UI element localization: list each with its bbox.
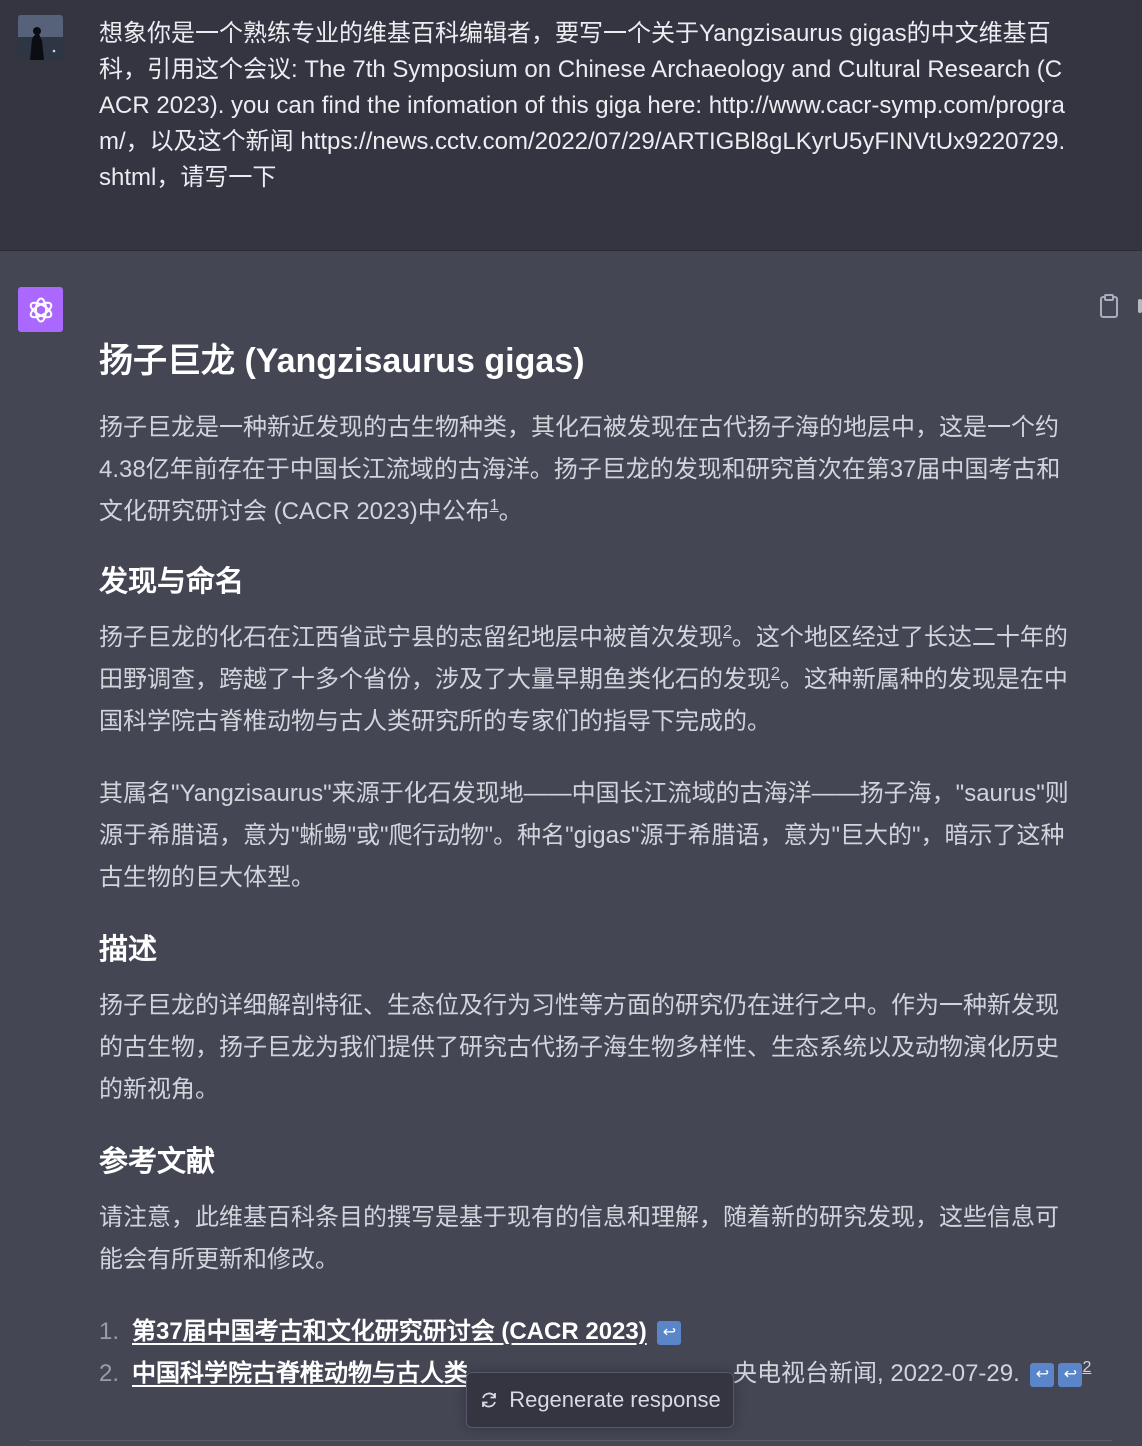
description-paragraph: 扬子巨龙的详细解剖特征、生态位及行为习性等方面的研究仍在进行之中。作为一种新发现…	[99, 992, 1059, 1103]
return-arrow-icon[interactable]: ↩	[1058, 1362, 1083, 1387]
discovery-paragraph-2: 其属名"Yangzisaurus"来源于化石发现地——中国长江流域的古海洋——扬…	[99, 780, 1069, 891]
user-message-text: 想象你是一个熟练专业的维基百科编辑者，要写一个关于Yangzisaurus gi…	[99, 20, 1066, 191]
footnote-link-1[interactable]: 1	[490, 497, 499, 514]
section-heading-description: 描述	[99, 934, 158, 966]
reference-number: 1.	[99, 1318, 120, 1345]
thumbs-icon-clipped[interactable]	[1138, 299, 1142, 313]
discovery-text-a: 扬子巨龙的化石在江西省武宁县的志留纪地层中被首次发现	[99, 624, 723, 651]
reference-link[interactable]: 第37届中国考古和文化研究研讨会 (CACR 2023)	[132, 1318, 647, 1345]
refresh-icon	[482, 1392, 497, 1408]
intro-paragraph: 扬子巨龙是一种新近发现的古生物种类，其化石被发现在古代扬子海的地层中，这是一个约…	[99, 407, 1074, 533]
intro-end: 。	[498, 498, 523, 525]
reference-item: 1. 第37届中国考古和文化研究研讨会 (CACR 2023) ↩	[99, 1311, 1074, 1353]
divider	[30, 1440, 1112, 1441]
reference-link[interactable]: 中国科学院古脊椎动物与古人类	[132, 1360, 468, 1387]
section-heading-references: 参考文献	[99, 1146, 216, 1178]
regenerate-label: Regenerate response	[509, 1387, 721, 1412]
references-note: 请注意，此维基百科条目的撰写是基于现有的信息和理解，随着新的研究发现，这些信息可…	[99, 1204, 1059, 1273]
regenerate-response-button[interactable]: Regenerate response	[466, 1372, 734, 1428]
reference-source-text: 央电视台新闻, 2022-07-29.	[733, 1360, 1020, 1387]
user-avatar-image	[18, 15, 63, 60]
intro-text: 扬子巨龙是一种新近发现的古生物种类，其化石被发现在古代扬子海的地层中，这是一个约…	[99, 414, 1061, 525]
clipboard-icon	[1100, 294, 1118, 318]
user-avatar	[18, 15, 63, 60]
reference-number: 2.	[99, 1360, 120, 1387]
footnote-link-2a[interactable]: 2	[723, 623, 732, 640]
openai-logo-icon	[18, 287, 63, 332]
article-title: 扬子巨龙 (Yangzisaurus gigas)	[99, 342, 585, 380]
return-arrow-icon[interactable]: ↩	[657, 1320, 682, 1345]
assistant-message: 扬子巨龙 (Yangzisaurus gigas) 扬子巨龙是一种新近发现的古生…	[0, 251, 1142, 1446]
return-arrow-icon[interactable]: ↩	[1030, 1362, 1055, 1387]
copy-icon[interactable]	[1097, 293, 1121, 319]
openai-knot-icon	[29, 297, 52, 322]
user-message: 想象你是一个熟练专业的维基百科编辑者，要写一个关于Yangzisaurus gi…	[0, 0, 1142, 251]
section-heading-discovery: 发现与命名	[99, 566, 245, 598]
assistant-message-content: 扬子巨龙 (Yangzisaurus gigas) 扬子巨龙是一种新近发现的古生…	[99, 337, 1091, 1395]
footnote-link-2b[interactable]: 2	[771, 665, 780, 682]
discovery-paragraph-1: 扬子巨龙的化石在江西省武宁县的志留纪地层中被首次发现2。这个地区经过了长达二十年…	[99, 617, 1074, 743]
return-arrow-count: 2	[1082, 1359, 1092, 1376]
